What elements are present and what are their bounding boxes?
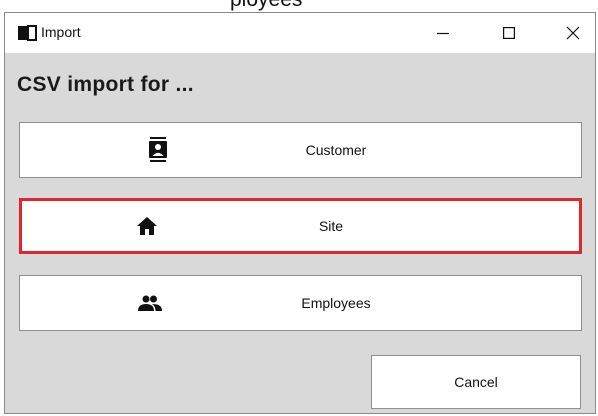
maximize-icon [503, 27, 515, 39]
contact-card-icon [149, 137, 167, 162]
cancel-label: Cancel [454, 374, 498, 390]
site-option-button[interactable]: Site [19, 198, 582, 254]
people-icon [138, 295, 162, 311]
minimize-icon [437, 32, 449, 35]
background-window-strip: ployees [0, 0, 598, 12]
close-icon [566, 26, 580, 40]
customer-option-button[interactable]: Customer [19, 122, 582, 178]
maximize-button[interactable] [487, 13, 531, 53]
dialog-heading: CSV import for ... [17, 73, 194, 96]
background-window-text: ployees [230, 0, 302, 12]
import-dialog: Import CSV import for ... Customer Site … [4, 12, 596, 414]
cancel-button[interactable]: Cancel [371, 355, 581, 409]
home-icon [137, 217, 157, 235]
window-title: Import [41, 24, 81, 40]
title-bar[interactable]: Import [5, 13, 595, 53]
employees-option-button[interactable]: Employees [19, 275, 582, 331]
customer-option-label: Customer [305, 142, 367, 158]
close-button[interactable] [551, 13, 595, 53]
site-option-label: Site [318, 218, 344, 234]
book-icon [18, 25, 37, 41]
minimize-button[interactable] [421, 13, 465, 53]
employees-option-label: Employees [301, 295, 371, 311]
